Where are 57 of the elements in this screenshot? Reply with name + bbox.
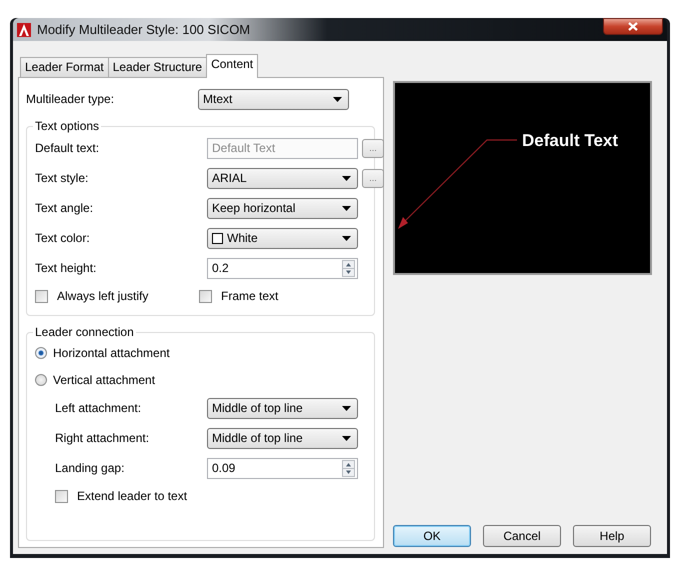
caret-icon (333, 96, 342, 102)
browse-button[interactable]: ... (362, 168, 384, 188)
spinner-arrows-icon (342, 460, 355, 476)
caret-icon (342, 436, 351, 440)
tab[interactable]: Leader Format (20, 57, 109, 77)
checkbox[interactable] (55, 490, 68, 502)
close-button[interactable] (603, 18, 663, 35)
number-field[interactable]: 0.2 (207, 258, 358, 278)
field-label: Text style: (35, 171, 90, 185)
dropdown[interactable]: Mtext (198, 88, 349, 110)
dialog-button[interactable]: Cancel (483, 525, 561, 547)
field-label: Text angle: (35, 201, 94, 215)
caret-icon (342, 206, 351, 210)
checkbox[interactable] (199, 290, 212, 302)
spinner-arrows-icon (342, 260, 355, 276)
preview-text: Default Text (522, 131, 618, 150)
radio-label: Vertical attachment (53, 372, 156, 386)
field-value: White (227, 231, 259, 245)
field-value: Middle of top line (212, 431, 304, 445)
field-value: Keep horizontal (212, 201, 296, 215)
field-label: Right attachment: (55, 431, 150, 445)
number-field[interactable]: 0.09 (207, 458, 358, 478)
dropdown[interactable]: ARIAL (207, 168, 358, 188)
field-value: Mtext (203, 92, 234, 106)
close-icon (628, 22, 638, 31)
tab[interactable]: Content (206, 54, 258, 78)
group-title: Leader connection (33, 325, 136, 339)
field-label: Text height: (35, 261, 98, 275)
field-label: Text color: (35, 231, 91, 245)
field-value: Middle of top line (212, 401, 304, 415)
checkbox-label: Always left justify (57, 289, 148, 303)
dropdown[interactable]: Middle of top line (207, 398, 358, 418)
radio-button[interactable] (35, 374, 47, 386)
field-label: Landing gap: (55, 461, 126, 475)
dropdown[interactable]: Middle of top line (207, 428, 358, 448)
dialog-button[interactable]: OK (393, 525, 471, 547)
field-label: Multileader type: (26, 92, 116, 106)
window-title: Modify Multileader Style: 100 SICOM (37, 22, 250, 37)
dropdown[interactable]: Keep horizontal (207, 198, 358, 218)
checkbox[interactable] (35, 290, 48, 302)
field-value: 0.09 (212, 461, 236, 475)
checkbox-label: Extend leader to text (77, 489, 188, 503)
dialog-button[interactable]: Help (573, 525, 651, 547)
radio-button[interactable] (35, 346, 47, 358)
dropdown[interactable]: White (207, 228, 358, 248)
field-label: Left attachment: (55, 401, 142, 415)
tab[interactable]: Leader Structure (108, 57, 208, 77)
checkbox-label: Frame text (221, 289, 278, 303)
field-value: 0.2 (212, 261, 230, 275)
caret-icon (342, 406, 351, 410)
radio-label: Horizontal attachment (53, 346, 170, 360)
caret-icon (342, 176, 351, 180)
caret-icon (342, 236, 351, 240)
field-label: Default text: (35, 141, 100, 155)
field-value: ARIAL (212, 171, 248, 185)
group-title: Text options (33, 119, 102, 133)
app-logo-icon (17, 22, 31, 36)
